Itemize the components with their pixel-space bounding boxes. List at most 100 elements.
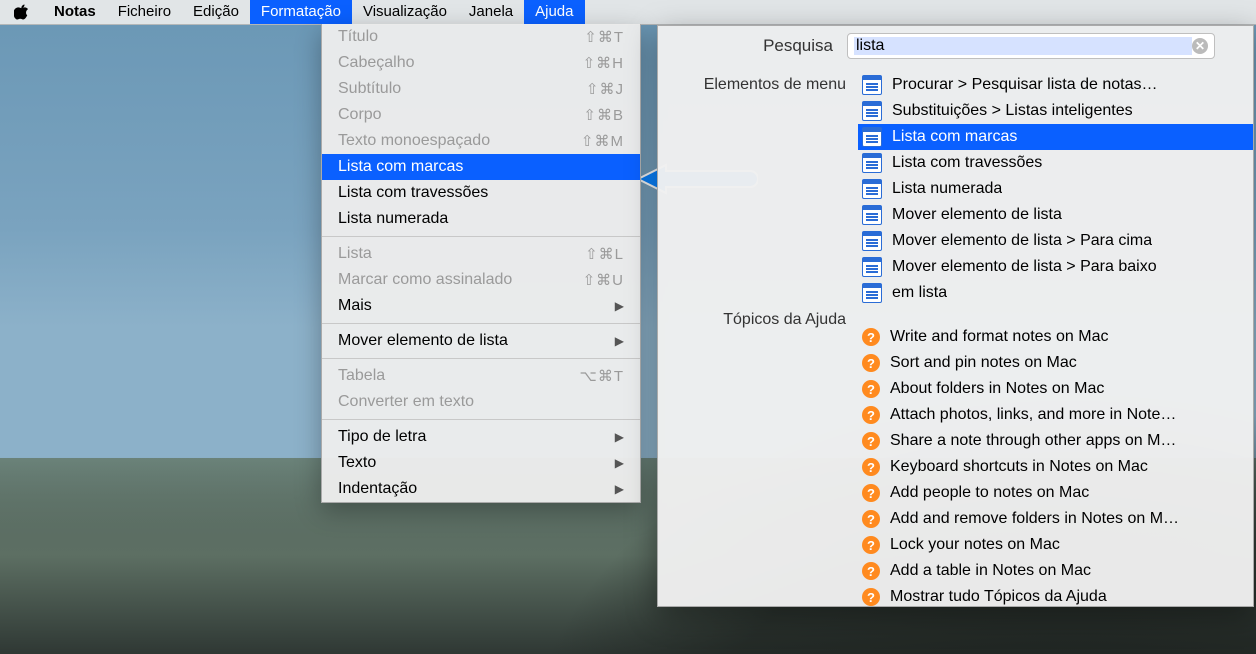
- result-label: Mostrar tudo Tópicos da Ajuda: [890, 588, 1107, 606]
- help-search-box[interactable]: ✕: [847, 33, 1215, 59]
- shortcut-label: ⇧⌘T: [584, 28, 624, 46]
- menu-item-icon: [862, 231, 882, 251]
- help-topic-icon: ?: [862, 406, 880, 424]
- menu-help[interactable]: Ajuda: [524, 0, 584, 24]
- clear-search-icon[interactable]: ✕: [1192, 38, 1208, 54]
- help-topic-result[interactable]: ?Mostrar tudo Tópicos da Ajuda: [858, 584, 1253, 606]
- result-label: Mover elemento de lista > Para baixo: [892, 258, 1157, 276]
- help-topic-result[interactable]: ?Lock your notes on Mac: [858, 532, 1253, 558]
- menu-item-icon: [862, 153, 882, 173]
- format-item: Cabeçalho⇧⌘H: [322, 50, 640, 76]
- help-panel: Pesquisa ✕ Elementos de menu Tópicos da …: [657, 25, 1254, 607]
- format-item[interactable]: Texto▶: [322, 450, 640, 476]
- menu-item-label: Texto monoespaçado: [338, 132, 581, 150]
- help-topic-icon: ?: [862, 458, 880, 476]
- help-menu-result[interactable]: Mover elemento de lista > Para cima: [858, 228, 1253, 254]
- menu-format[interactable]: Formatação: [250, 0, 352, 24]
- help-menu-result[interactable]: em lista: [858, 280, 1253, 306]
- help-menu-result[interactable]: Mover elemento de lista: [858, 202, 1253, 228]
- submenu-arrow-icon: ▶: [615, 299, 624, 313]
- menu-item-icon: [862, 179, 882, 199]
- shortcut-label: ⇧⌘U: [583, 271, 624, 289]
- format-item: Subtítulo⇧⌘J: [322, 76, 640, 102]
- help-topic-icon: ?: [862, 484, 880, 502]
- menu-item-label: Marcar como assinalado: [338, 271, 583, 289]
- help-menu-result[interactable]: Procurar > Pesquisar lista de notas…: [858, 72, 1253, 98]
- menu-item-icon: [862, 101, 882, 121]
- format-item[interactable]: Lista com marcas: [322, 154, 640, 180]
- menu-item-label: Converter em texto: [338, 393, 624, 411]
- menu-item-label: Tabela: [338, 367, 580, 385]
- menu-item-label: Mover elemento de lista: [338, 332, 615, 350]
- help-menu-result[interactable]: Lista com marcas: [858, 124, 1253, 150]
- shortcut-label: ⇧⌘B: [583, 106, 624, 124]
- help-topic-icon: ?: [862, 562, 880, 580]
- menu-item-label: Lista: [338, 245, 585, 263]
- result-label: Lock your notes on Mac: [890, 536, 1060, 554]
- submenu-arrow-icon: ▶: [615, 430, 624, 444]
- menu-item-label: Título: [338, 28, 584, 46]
- result-label: Write and format notes on Mac: [890, 328, 1108, 346]
- format-item: Texto monoespaçado⇧⌘M: [322, 128, 640, 154]
- menubar: Notas Ficheiro Edição Formatação Visuali…: [0, 0, 1256, 25]
- format-item[interactable]: Indentação▶: [322, 476, 640, 502]
- format-item[interactable]: Lista numerada: [322, 206, 640, 232]
- help-menu-result[interactable]: Substituições > Listas inteligentes: [858, 98, 1253, 124]
- result-label: Substituições > Listas inteligentes: [892, 102, 1133, 120]
- result-label: Procurar > Pesquisar lista de notas…: [892, 76, 1157, 94]
- help-topic-result[interactable]: ?Attach photos, links, and more in Note…: [858, 402, 1253, 428]
- format-item[interactable]: Tipo de letra▶: [322, 424, 640, 450]
- format-item[interactable]: Mover elemento de lista▶: [322, 328, 640, 354]
- menu-item-label: Mais: [338, 297, 615, 315]
- help-topic-result[interactable]: ?About folders in Notes on Mac: [858, 376, 1253, 402]
- result-label: Sort and pin notes on Mac: [890, 354, 1077, 372]
- help-topic-result[interactable]: ? Add people to notes on Mac: [858, 480, 1253, 506]
- menu-item-icon: [862, 283, 882, 303]
- result-label: em lista: [892, 284, 947, 302]
- help-topic-result[interactable]: ? Keyboard shortcuts in Notes on Mac: [858, 454, 1253, 480]
- help-topic-icon: ?: [862, 380, 880, 398]
- result-label: Add people to notes on Mac: [890, 484, 1089, 502]
- menu-item-label: Lista com marcas: [338, 158, 624, 176]
- menu-file[interactable]: Ficheiro: [107, 0, 182, 24]
- menu-item-label: Tipo de letra: [338, 428, 615, 446]
- menu-separator: [322, 419, 640, 420]
- menu-item-label: Subtítulo: [338, 80, 586, 98]
- help-search-label: Pesquisa: [658, 36, 847, 56]
- help-menu-result[interactable]: Lista numerada: [858, 176, 1253, 202]
- help-topic-result[interactable]: ?Add a table in Notes on Mac: [858, 558, 1253, 584]
- format-item[interactable]: Lista com travessões: [322, 180, 640, 206]
- result-label: Lista com travessões: [892, 154, 1042, 172]
- menu-item-label: Corpo: [338, 106, 583, 124]
- menu-separator: [322, 358, 640, 359]
- app-menu[interactable]: Notas: [43, 0, 107, 24]
- help-menu-result[interactable]: Mover elemento de lista > Para baixo: [858, 254, 1253, 280]
- apple-menu[interactable]: [0, 3, 43, 21]
- format-item: Corpo⇧⌘B: [322, 102, 640, 128]
- format-item: Título⇧⌘T: [322, 24, 640, 50]
- submenu-arrow-icon: ▶: [615, 482, 624, 496]
- help-search-input[interactable]: [854, 37, 1192, 55]
- format-item[interactable]: Mais▶: [322, 293, 640, 319]
- help-topic-result[interactable]: ?Sort and pin notes on Mac: [858, 350, 1253, 376]
- desktop: Notas Ficheiro Edição Formatação Visuali…: [0, 0, 1256, 654]
- result-label: Mover elemento de lista: [892, 206, 1062, 224]
- format-menu-dropdown: Título⇧⌘TCabeçalho⇧⌘HSubtítulo⇧⌘JCorpo⇧⌘…: [321, 24, 641, 503]
- help-menu-result[interactable]: Lista com travessões: [858, 150, 1253, 176]
- menu-edit[interactable]: Edição: [182, 0, 250, 24]
- help-topic-result[interactable]: ?Write and format notes on Mac: [858, 324, 1253, 350]
- result-label: Keyboard shortcuts in Notes on Mac: [890, 458, 1148, 476]
- menu-item-label: Texto: [338, 454, 615, 472]
- shortcut-label: ⇧⌘L: [585, 245, 624, 263]
- section-help-topics: Tópicos da Ajuda: [658, 311, 846, 329]
- help-topic-result[interactable]: ?Add and remove folders in Notes on M…: [858, 506, 1253, 532]
- menu-item-label: Lista numerada: [338, 210, 624, 228]
- menu-window[interactable]: Janela: [458, 0, 524, 24]
- help-sections: Elementos de menu Tópicos da Ajuda: [658, 66, 858, 606]
- format-item: Marcar como assinalado⇧⌘U: [322, 267, 640, 293]
- help-topic-result[interactable]: ?Share a note through other apps on M…: [858, 428, 1253, 454]
- menu-view[interactable]: Visualização: [352, 0, 458, 24]
- result-label: Lista numerada: [892, 180, 1002, 198]
- menu-item-icon: [862, 205, 882, 225]
- shortcut-label: ⇧⌘M: [581, 132, 624, 150]
